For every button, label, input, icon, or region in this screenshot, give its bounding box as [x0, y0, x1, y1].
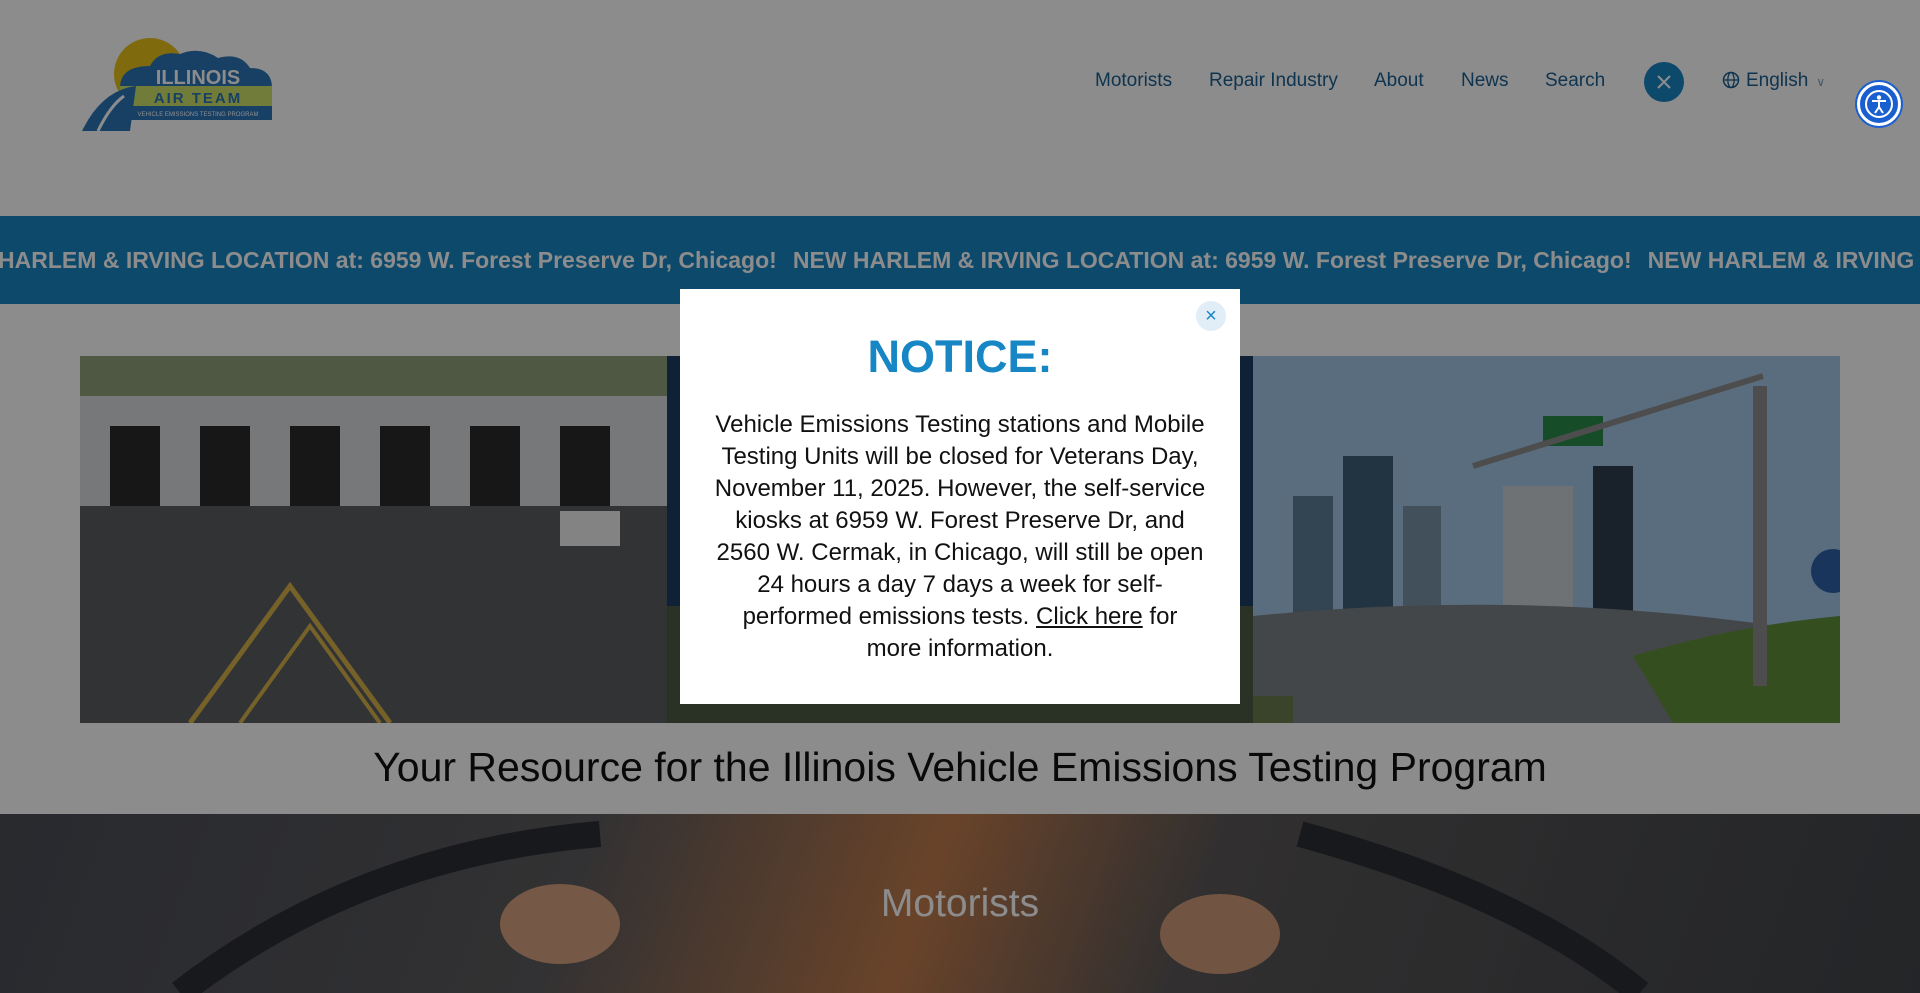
accessibility-button[interactable] [1857, 82, 1901, 126]
notice-modal: × NOTICE: Vehicle Emissions Testing stat… [680, 289, 1240, 704]
close-icon[interactable]: × [1196, 301, 1226, 331]
accessibility-icon [1865, 90, 1893, 118]
modal-body-text: Vehicle Emissions Testing stations and M… [714, 411, 1206, 630]
modal-body: Vehicle Emissions Testing stations and M… [714, 409, 1206, 665]
click-here-link[interactable]: Click here [1036, 603, 1143, 630]
modal-title: NOTICE: [867, 331, 1053, 382]
